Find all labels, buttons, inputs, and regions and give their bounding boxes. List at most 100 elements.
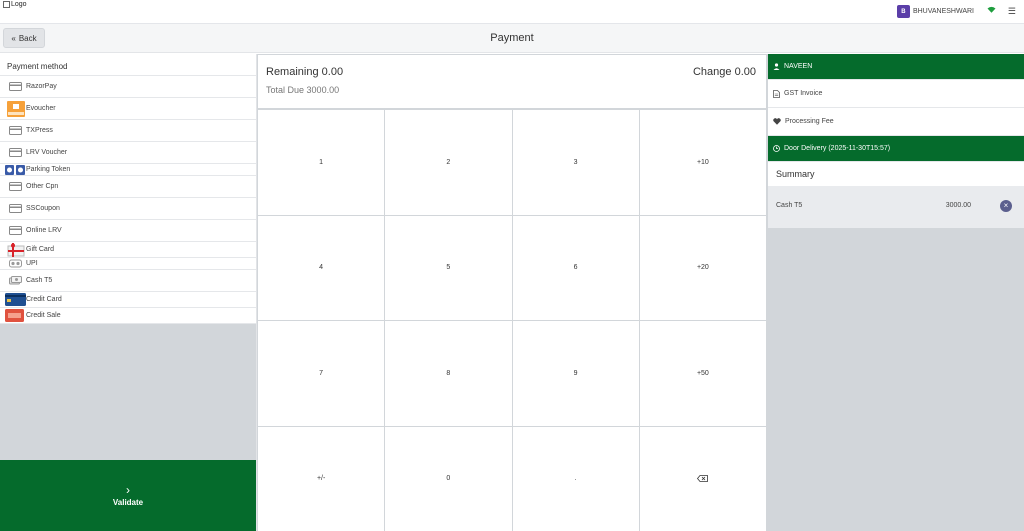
customer-button[interactable]: NAVEEN: [768, 54, 1024, 80]
key-plus-10[interactable]: +10: [639, 110, 766, 215]
payment-method-label: RazorPay: [26, 83, 57, 90]
payment-method-label: UPI: [26, 260, 38, 267]
user-name: BHUVANESHWARI: [912, 8, 974, 15]
payment-method-lrv-voucher[interactable]: LRV Voucher: [0, 142, 256, 164]
summary-line: Cash T5 3000.00 ×: [768, 186, 1024, 228]
numeric-keypad: 1 2 3 +10 4 5 6 +20 7 8 9 +50 +/- 0 .: [258, 110, 766, 531]
key-6[interactable]: 6: [512, 215, 639, 320]
logo-placeholder-icon: [3, 1, 10, 8]
change-value: 0.00: [734, 66, 756, 78]
payment-method-parking-token[interactable]: Parking Token: [0, 164, 256, 176]
payment-method-online-lrv[interactable]: Online LRV: [0, 220, 256, 242]
wifi-icon: [987, 6, 996, 15]
avatar: B: [896, 5, 910, 18]
summary-line-name: Cash T5: [776, 202, 803, 209]
payment-method-gift-card[interactable]: Gift Card: [0, 242, 256, 258]
payment-method-label: Cash T5: [26, 277, 53, 284]
heart-icon: [773, 118, 781, 125]
change-amount: Change 0.00: [693, 66, 756, 78]
key-9[interactable]: 9: [512, 321, 639, 426]
payment-method-credit-sale[interactable]: Credit Sale: [0, 308, 256, 324]
payment-method-label: Gift Card: [26, 246, 55, 253]
logo: Logo: [3, 1, 27, 8]
key-7[interactable]: 7: [258, 321, 385, 426]
clock-icon: [773, 145, 780, 152]
key-1[interactable]: 1: [258, 110, 385, 215]
key-3[interactable]: 3: [512, 110, 639, 215]
amount-summary: Remaining 0.00 Change 0.00 Total Due 300…: [258, 55, 766, 108]
card-icon: [9, 82, 22, 91]
customer-name: NAVEEN: [784, 63, 813, 70]
key-0[interactable]: 0: [385, 426, 512, 531]
key-plus-20[interactable]: +20: [639, 215, 766, 320]
key-plus-50[interactable]: +50: [639, 321, 766, 426]
payment-center-panel: Remaining 0.00 Change 0.00 Total Due 300…: [257, 54, 768, 531]
change-label: Change: [692, 66, 732, 78]
summary-line-amount: 3000.00: [945, 202, 971, 209]
key-5[interactable]: 5: [385, 215, 512, 320]
key-decimal[interactable]: .: [512, 426, 639, 531]
key-backspace[interactable]: [639, 426, 766, 531]
card-icon: [9, 204, 22, 213]
payment-method-label: TXPress: [26, 127, 53, 134]
summary-title: Summary: [768, 162, 1024, 186]
payment-method-other-cpn[interactable]: Other Cpn: [0, 176, 256, 198]
payment-method-label: Online LRV: [26, 227, 62, 234]
evoucher-icon: [7, 100, 25, 117]
total-due-value: 3000.00: [306, 85, 340, 95]
door-delivery-button[interactable]: Door Delivery (2025-11-30T15:57): [768, 136, 1024, 162]
payment-method-cash-t5[interactable]: Cash T5: [0, 270, 256, 292]
payment-method-panel: Payment method RazorPay Evoucher TXPress…: [0, 54, 257, 531]
remaining-label: Remaining: [266, 66, 319, 78]
payment-method-sscoupon[interactable]: SSCoupon: [0, 198, 256, 220]
gift-card-icon: [7, 242, 25, 257]
key-2[interactable]: 2: [385, 110, 512, 215]
remaining-amount: Remaining 0.00: [266, 66, 343, 78]
key-plus-minus[interactable]: +/-: [258, 426, 385, 531]
card-icon: [9, 126, 22, 135]
card-icon: [9, 148, 22, 157]
door-delivery-label: Door Delivery (2025-11-30T15:57): [784, 145, 891, 152]
payment-method-label: Credit Sale: [26, 312, 61, 319]
total-due-label: Total Due: [266, 85, 305, 95]
payment-method-title: Payment method: [0, 54, 256, 76]
user-icon: [773, 63, 780, 70]
user-menu[interactable]: B BHUVANESHWARI: [896, 5, 974, 18]
payment-method-upi[interactable]: UPI: [0, 258, 256, 270]
close-icon: ×: [1003, 201, 1009, 210]
order-options-panel: NAVEEN GST Invoice Processing Fee Door D…: [768, 54, 1024, 531]
hamburger-menu-icon[interactable]: ☰: [1008, 6, 1016, 17]
validate-label: Validate: [112, 497, 144, 507]
cash-icon: [9, 276, 22, 285]
payment-method-label: Credit Card: [26, 296, 62, 303]
gst-invoice-button[interactable]: GST Invoice: [768, 80, 1024, 108]
card-icon: [9, 226, 22, 235]
validate-button[interactable]: › Validate: [0, 460, 256, 531]
payment-method-label: Parking Token: [26, 166, 71, 173]
payment-method-label: LRV Voucher: [26, 149, 68, 156]
payment-method-label: SSCoupon: [26, 205, 60, 212]
file-icon: [773, 89, 780, 98]
page-header: « Back Payment: [0, 24, 1024, 53]
credit-sale-icon: [5, 309, 24, 322]
credit-card-icon: [5, 293, 26, 306]
card-icon: [9, 182, 22, 191]
payment-method-credit-card[interactable]: Credit Card: [0, 292, 256, 308]
backspace-icon: [697, 475, 709, 483]
key-8[interactable]: 8: [385, 321, 512, 426]
key-4[interactable]: 4: [258, 215, 385, 320]
payment-method-label: Other Cpn: [26, 183, 59, 190]
remaining-value: 0.00: [321, 66, 344, 78]
upi-icon: [9, 259, 22, 268]
payment-method-razorpay[interactable]: RazorPay: [0, 76, 256, 98]
payment-method-txpress[interactable]: TXPress: [0, 120, 256, 142]
total-due: Total Due 3000.00: [266, 85, 339, 95]
remove-payment-button[interactable]: ×: [1000, 200, 1012, 212]
processing-fee-button[interactable]: Processing Fee: [768, 108, 1024, 136]
payment-method-label: Evoucher: [26, 105, 56, 112]
page-title: Payment: [490, 32, 534, 44]
payment-method-evoucher[interactable]: Evoucher: [0, 98, 256, 120]
chevron-right-icon: ›: [126, 482, 130, 497]
top-bar: Logo B BHUVANESHWARI ☰: [0, 0, 1024, 24]
payment-method-list: RazorPay Evoucher TXPress LRV Voucher Pa…: [0, 76, 256, 324]
